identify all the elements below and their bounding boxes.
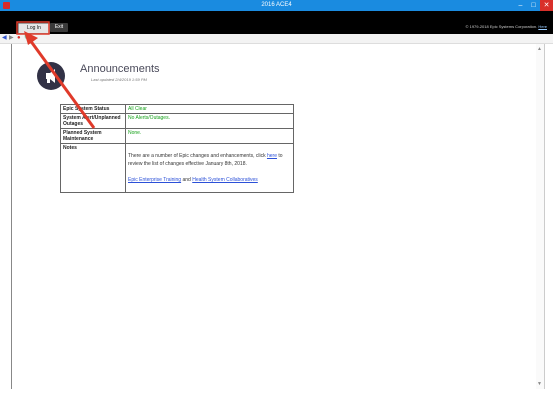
window-title: 2016 ACE4 (261, 2, 292, 8)
title-bar: 2016 ACE4 ‒ □ ✕ (0, 0, 553, 11)
toolbar: ◀ ▶ ● ↻ (0, 34, 553, 44)
table-row: Notes There are a number of Epic changes… (60, 143, 294, 193)
page-title: Announcements (80, 63, 160, 75)
close-button[interactable]: ✕ (540, 0, 553, 11)
vertical-scrollbar[interactable]: ▲ ▼ (536, 44, 544, 389)
copyright-link[interactable]: Here (538, 24, 547, 29)
minimize-button[interactable]: ‒ (514, 0, 527, 11)
table-row: Planned System Maintenance None. (60, 128, 294, 144)
notes-label: Notes (60, 143, 126, 193)
collaboratives-link[interactable]: Health System Collaboratives (192, 177, 258, 183)
exit-button[interactable]: Exit (50, 23, 68, 32)
maximize-button[interactable]: □ (527, 0, 540, 11)
and-text: and (182, 177, 191, 183)
notes-text-before: There are a number of Epic changes and e… (128, 153, 266, 159)
row-label: Epic System Status (60, 104, 126, 114)
row-value: None. (125, 128, 294, 144)
menu-bar: Log In Exit © 1979-2018 Epic Systems Cor… (0, 11, 553, 34)
back-arrow-icon[interactable]: ◀ (2, 35, 8, 41)
content-pane: Announcements Last updated 2/4/2019 1:59… (11, 44, 545, 389)
notes-cell: There are a number of Epic changes and e… (125, 143, 294, 193)
row-label: System Alert/Unplanned Outages (60, 113, 126, 129)
table-row: System Alert/Unplanned Outages No Alerts… (60, 113, 294, 129)
scroll-up-icon[interactable]: ▲ (537, 46, 542, 52)
login-button[interactable]: Log In (18, 23, 50, 34)
here-link[interactable]: here (267, 153, 277, 159)
stop-icon[interactable]: ● (17, 35, 23, 41)
forward-arrow-icon[interactable]: ▶ (9, 35, 15, 41)
copyright-text: © 1979-2018 Epic Systems Corporation. He… (465, 24, 547, 29)
table-row: Epic System Status All Clear (60, 104, 294, 114)
refresh-icon[interactable]: ↻ (24, 35, 30, 41)
megaphone-icon (37, 62, 65, 90)
row-value: All Clear (125, 104, 294, 114)
last-updated: Last updated 2/4/2019 1:59 PM (91, 77, 147, 82)
row-label: Planned System Maintenance (60, 128, 126, 144)
announcements-table: Epic System Status All Clear System Aler… (60, 104, 294, 193)
row-value: No Alerts/Outages. (125, 113, 294, 129)
epic-training-link[interactable]: Epic Enterprise Training (128, 177, 181, 183)
scroll-down-icon[interactable]: ▼ (537, 381, 542, 387)
